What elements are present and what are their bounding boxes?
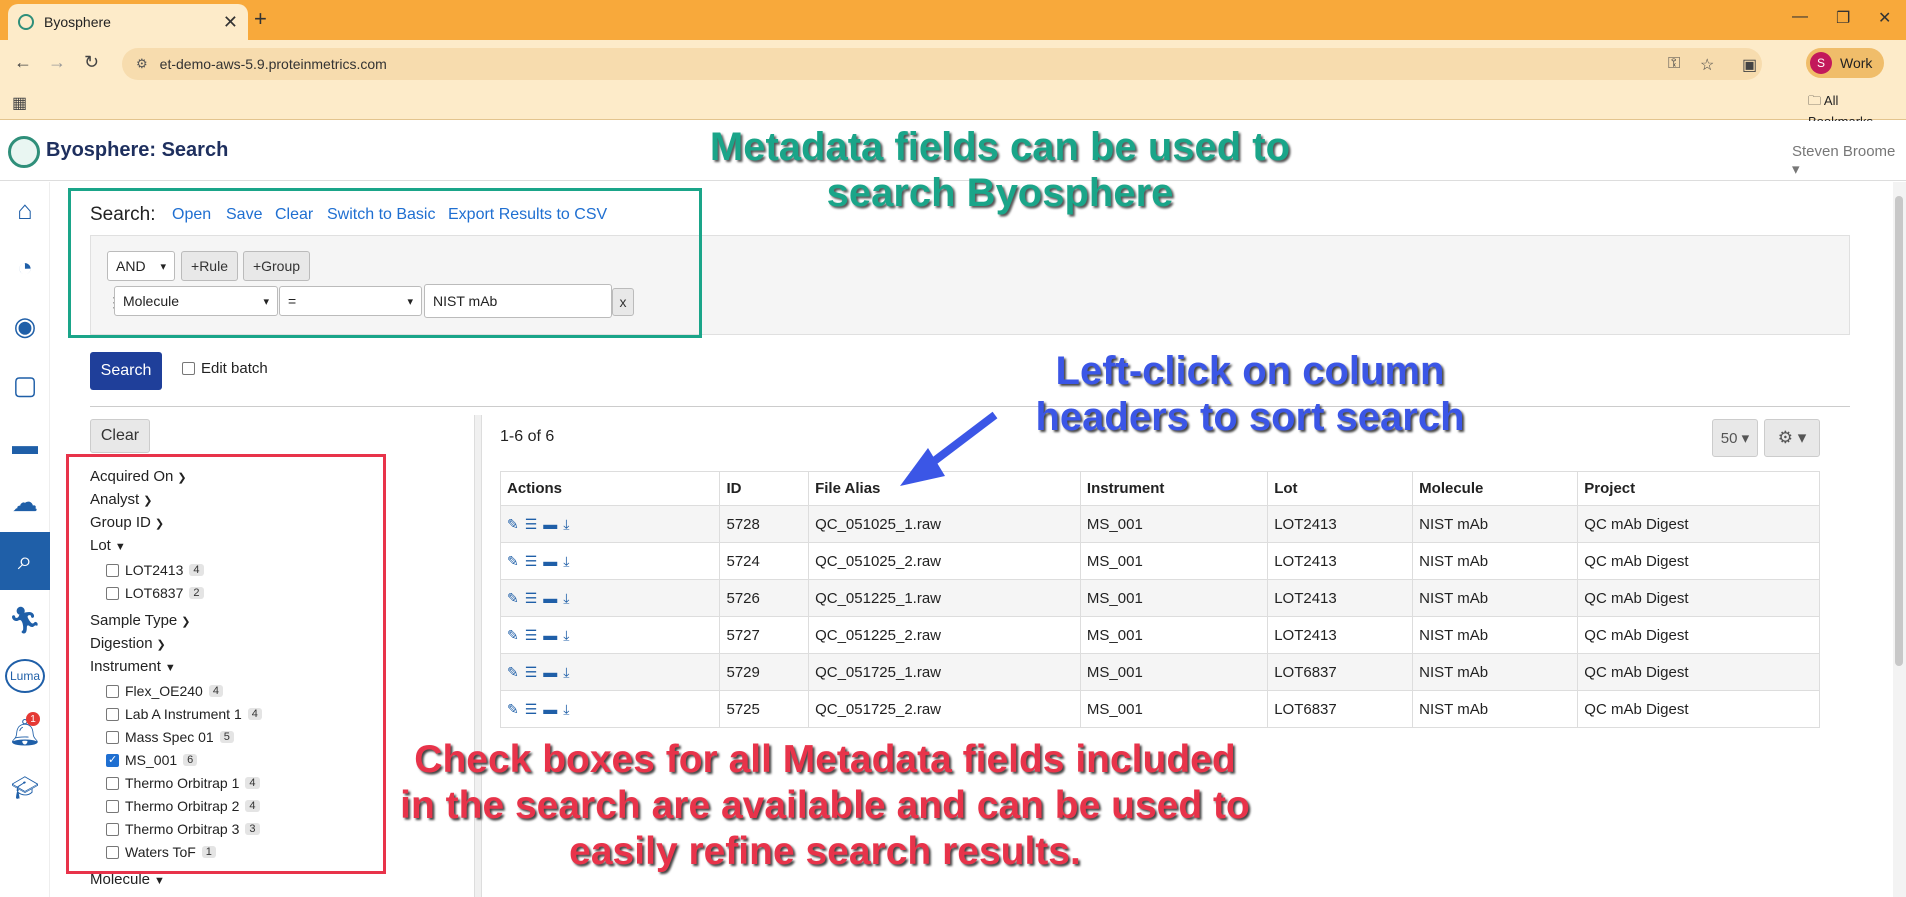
scrollbar-thumb[interactable] [1895, 196, 1903, 666]
annotation-arrow-layer [900, 411, 998, 486]
sort-arrow-line [922, 411, 998, 472]
